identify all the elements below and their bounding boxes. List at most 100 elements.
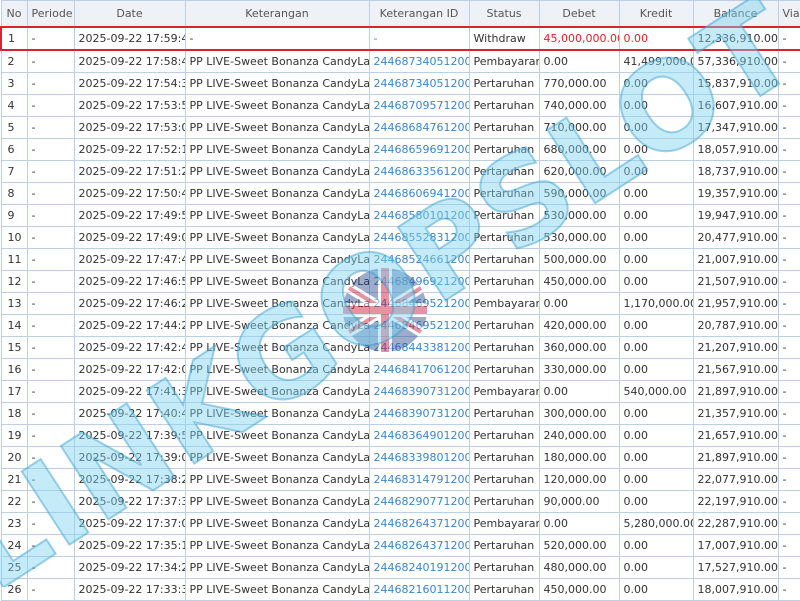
cell-keterangan: PP LIVE-Sweet Bonanza CandyLand	[184, 49, 370, 73]
cell-date: 2025-09-22 17:44:26	[73, 314, 186, 337]
col-header-balance[interactable]: Balance	[692, 0, 779, 28]
table-row[interactable]: 4-2025-09-22 17:53:50 PP LIVE-Sweet Bonan…	[0, 94, 800, 117]
cell-via: -	[777, 26, 800, 51]
cell-status: Pertaruhan	[468, 270, 540, 293]
cell-keterangan-id[interactable]: 244683398012008	[368, 446, 470, 469]
cell-kredit: 0.00	[618, 446, 694, 469]
cell-keterangan-id[interactable]: 244683649012008	[368, 424, 470, 447]
cell-keterangan-id[interactable]: 244686596912008	[368, 138, 470, 161]
cell-kredit: 0.00	[618, 468, 694, 491]
cell-keterangan-id[interactable]: 244682643712008	[368, 512, 470, 535]
table-row[interactable]: 24-2025-09-22 17:35:10 PP LIVE-Sweet Bona…	[0, 534, 800, 557]
col-header-periode[interactable]: Periode	[26, 0, 75, 28]
cell-keterangan-id[interactable]: 244687340512008	[368, 72, 470, 95]
table-row[interactable]: 9-2025-09-22 17:49:54 PP LIVE-Sweet Bonan…	[0, 204, 800, 227]
cell-kredit: 0.00	[618, 490, 694, 513]
cell-keterangan: PP LIVE-Sweet Bonanza CandyLand	[184, 380, 370, 403]
cell-periode: -	[26, 358, 75, 381]
col-header-kredit[interactable]: Kredit	[618, 0, 694, 28]
table-row[interactable]: 26-2025-09-22 17:33:36 PP LIVE-Sweet Bona…	[0, 578, 800, 601]
cell-keterangan-id[interactable]: 244687340512008	[368, 49, 470, 73]
col-header-no[interactable]: No	[0, 0, 28, 28]
cell-keterangan-id[interactable]: 244683907312008	[368, 402, 470, 425]
cell-keterangan-id[interactable]: 244685801012008	[368, 204, 470, 227]
col-header-status[interactable]: Status	[468, 0, 540, 28]
cell-periode: -	[26, 490, 75, 513]
cell-status: Pertaruhan	[468, 138, 540, 161]
table-row[interactable]: 11-2025-09-22 17:47:41 PP LIVE-Sweet Bona…	[0, 248, 800, 271]
cell-keterangan-id[interactable]: 244685528312008	[368, 226, 470, 249]
cell-keterangan-id[interactable]: 244687095712008	[368, 94, 470, 117]
cell-keterangan-id[interactable]: 244683907312008	[368, 380, 470, 403]
cell-keterangan-id[interactable]: 244682160112008	[368, 578, 470, 601]
cell-date: 2025-09-22 17:52:16	[73, 138, 186, 161]
col-header-via[interactable]: Via	[777, 0, 800, 28]
cell-keterangan: PP LIVE-Sweet Bonanza CandyLand	[184, 182, 370, 205]
cell-keterangan-id[interactable]: 244686069412008	[368, 182, 470, 205]
table-row[interactable]: 21-2025-09-22 17:38:24 PP LIVE-Sweet Bona…	[0, 468, 800, 491]
cell-periode: -	[26, 204, 75, 227]
cell-debet: 360,000.00	[538, 336, 620, 359]
table-row[interactable]: 17-2025-09-22 17:41:34 PP LIVE-Sweet Bona…	[0, 380, 800, 403]
cell-date: 2025-09-22 17:46:26	[73, 292, 186, 315]
table-row[interactable]: 10-2025-09-22 17:49:08 PP LIVE-Sweet Bona…	[0, 226, 800, 249]
table-row[interactable]: 14-2025-09-22 17:44:26 PP LIVE-Sweet Bona…	[0, 314, 800, 337]
cell-periode: -	[26, 424, 75, 447]
cell-kredit: 0.00	[618, 402, 694, 425]
col-header-debet[interactable]: Debet	[538, 0, 620, 28]
table-row[interactable]: 2-2025-09-22 17:58:47 PP LIVE-Sweet Bonan…	[0, 49, 800, 73]
cell-balance: 12,336,910.00	[692, 26, 779, 51]
cell-balance: 21,357,910.00	[692, 402, 779, 425]
table-row[interactable]: 18-2025-09-22 17:40:44 PP LIVE-Sweet Bona…	[0, 402, 800, 425]
table-row[interactable]: 8-2025-09-22 17:50:40 PP LIVE-Sweet Bonan…	[0, 182, 800, 205]
cell-balance: 17,527,910.00	[692, 556, 779, 579]
table-row[interactable]: 22-2025-09-22 17:37:37 PP LIVE-Sweet Bona…	[0, 490, 800, 513]
table-row[interactable]: 16-2025-09-22 17:42:03 PP LIVE-Sweet Bona…	[0, 358, 800, 381]
cell-keterangan-id[interactable]: 244685246612008	[368, 248, 470, 271]
cell-keterangan-id[interactable]: 244682643712008	[368, 534, 470, 557]
cell-via: -	[777, 248, 800, 271]
table-row[interactable]: 23-2025-09-22 17:37:09 PP LIVE-Sweet Bona…	[0, 512, 800, 535]
cell-keterangan: PP LIVE-Sweet Bonanza CandyLand	[184, 336, 370, 359]
cell-keterangan-id[interactable]: 244684695212008	[368, 292, 470, 315]
table-row[interactable]: 19-2025-09-22 17:39:57 PP LIVE-Sweet Bona…	[0, 424, 800, 447]
cell-keterangan: PP LIVE-Sweet Bonanza CandyLand	[184, 556, 370, 579]
table-row[interactable]: 6-2025-09-22 17:52:16 PP LIVE-Sweet Bonan…	[0, 138, 800, 161]
table-row[interactable]: 3-2025-09-22 17:54:38 PP LIVE-Sweet Bonan…	[0, 72, 800, 95]
cell-date: 2025-09-22 17:53:50	[73, 94, 186, 117]
cell-date: 2025-09-22 17:51:28	[73, 160, 186, 183]
cell-keterangan: PP LIVE-Sweet Bonanza CandyLand	[184, 94, 370, 117]
cell-keterangan-id[interactable]: 244686847612008	[368, 116, 470, 139]
cell-keterangan-id[interactable]: 244684695212008	[368, 314, 470, 337]
cell-keterangan-id[interactable]: 244683147912008	[368, 468, 470, 491]
table-row[interactable]: 12-2025-09-22 17:46:54 PP LIVE-Sweet Bona…	[0, 270, 800, 293]
col-header-date[interactable]: Date	[73, 0, 186, 28]
col-header-keterangan[interactable]: Keterangan	[184, 0, 370, 28]
table-header-row: No Periode Date Keterangan Keterangan ID…	[0, 0, 800, 28]
cell-kredit: 0.00	[618, 226, 694, 249]
table-row[interactable]: 20-2025-09-22 17:39:08 PP LIVE-Sweet Bona…	[0, 446, 800, 469]
table-row[interactable]: 15-2025-09-22 17:42:48 PP LIVE-Sweet Bona…	[0, 336, 800, 359]
cell-via: -	[777, 380, 800, 403]
cell-via: -	[777, 72, 800, 95]
cell-kredit: 1,170,000.00	[618, 292, 694, 315]
cell-keterangan-id[interactable]: 244682401912008	[368, 556, 470, 579]
cell-keterangan-id[interactable]: 244684433812008	[368, 336, 470, 359]
cell-keterangan-id[interactable]: 244684969212008	[368, 270, 470, 293]
cell-debet: 45,000,000.00	[538, 26, 620, 51]
cell-keterangan-id[interactable]: 244686335612008	[368, 160, 470, 183]
cell-keterangan-id[interactable]: 244684170612008	[368, 358, 470, 381]
cell-balance: 18,007,910.00	[692, 578, 779, 601]
cell-no: 21	[0, 468, 28, 491]
cell-status: Pertaruhan	[468, 490, 540, 513]
table-row[interactable]: 5-2025-09-22 17:53:03 PP LIVE-Sweet Bonan…	[0, 116, 800, 139]
cell-keterangan-id[interactable]: 244682907712008	[368, 490, 470, 513]
cell-no: 12	[0, 270, 28, 293]
table-row[interactable]: 13-2025-09-22 17:46:26 PP LIVE-Sweet Bona…	[0, 292, 800, 315]
cell-debet: 330,000.00	[538, 358, 620, 381]
table-row[interactable]: 7-2025-09-22 17:51:28 PP LIVE-Sweet Bonan…	[0, 160, 800, 183]
col-header-keterangan-id[interactable]: Keterangan ID	[368, 0, 470, 28]
cell-no: 11	[0, 248, 28, 271]
table-row[interactable]: 25-2025-09-22 17:34:23 PP LIVE-Sweet Bona…	[0, 556, 800, 579]
table-row[interactable]: 1-2025-09-22 17:59:45- - Withdraw 45,000,00…	[0, 26, 800, 51]
